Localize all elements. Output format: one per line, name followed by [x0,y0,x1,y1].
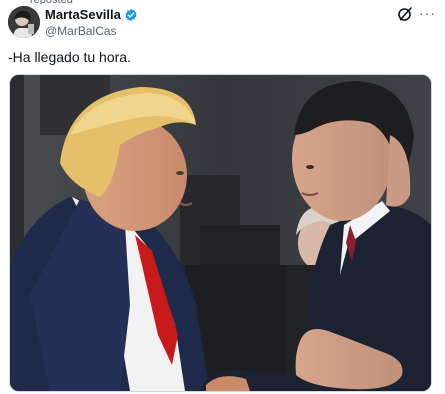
tweet-photo[interactable] [9,74,432,392]
author-handle[interactable]: @MarBalCas [45,24,117,38]
avatar[interactable] [8,6,40,38]
repost-label: reposted [30,0,73,4]
avatar-image [8,6,40,38]
grok-icon[interactable] [397,6,413,22]
more-icon[interactable]: ··· [419,5,436,21]
photo-image [10,75,431,391]
author-name-row[interactable]: MartaSevilla [45,7,138,22]
verified-badge-icon [124,8,138,22]
author-display-name[interactable]: MartaSevilla [45,7,121,22]
tweet-text: -Ha llegado tu hora. [8,49,131,65]
repost-indicator[interactable]: reposted [30,0,73,4]
